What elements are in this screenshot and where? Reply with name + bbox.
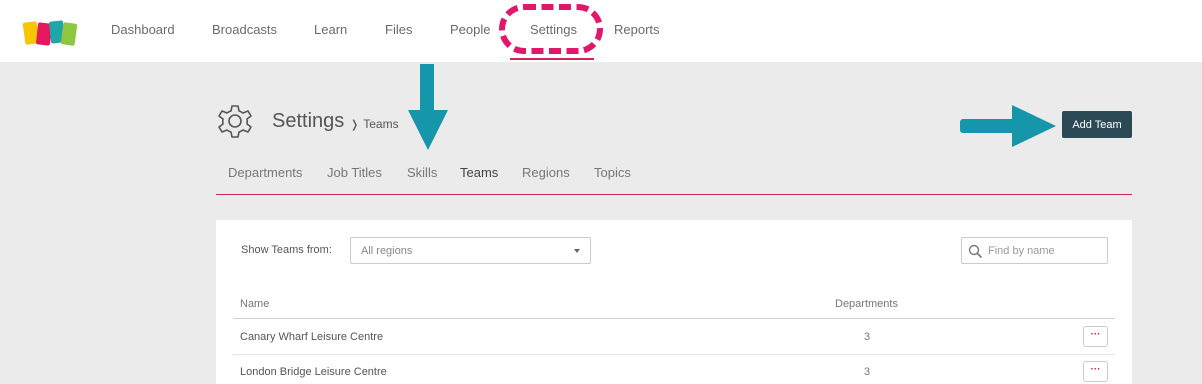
nav-files[interactable]: Files xyxy=(385,22,412,37)
nav-active-indicator xyxy=(510,58,594,60)
search-box xyxy=(961,237,1108,264)
column-header-departments[interactable]: Departments xyxy=(835,298,898,310)
search-input[interactable] xyxy=(988,242,1102,260)
annotation-arrow-right xyxy=(960,105,1056,147)
team-departments-count: 3 xyxy=(864,331,871,343)
page-title: Settings xyxy=(272,110,345,132)
gear-icon xyxy=(218,105,252,138)
top-navigation-bar: Dashboard Broadcasts Learn Files People … xyxy=(0,0,1202,62)
tabs-divider xyxy=(216,194,1132,195)
breadcrumb: ❭ Teams xyxy=(350,117,399,131)
nav-broadcasts[interactable]: Broadcasts xyxy=(212,22,277,37)
more-icon: ··· xyxy=(1090,364,1101,375)
team-name: London Bridge Leisure Centre xyxy=(240,366,387,378)
region-select-value: All regions xyxy=(361,245,413,257)
nav-dashboard[interactable]: Dashboard xyxy=(111,22,175,37)
row-divider xyxy=(233,354,1115,355)
annotation-arrow-down xyxy=(408,64,448,150)
tab-departments[interactable]: Departments xyxy=(228,165,302,180)
more-icon: ··· xyxy=(1090,329,1101,340)
row-actions-button[interactable]: ··· xyxy=(1083,326,1108,347)
breadcrumb-current: Teams xyxy=(363,117,399,131)
tab-job-titles[interactable]: Job Titles xyxy=(327,165,382,180)
chevron-right-icon: ❭ xyxy=(350,119,360,131)
tab-skills[interactable]: Skills xyxy=(407,165,437,180)
tab-regions[interactable]: Regions xyxy=(522,165,570,180)
column-header-name[interactable]: Name xyxy=(240,298,269,310)
team-name: Canary Wharf Leisure Centre xyxy=(240,331,384,343)
nav-reports[interactable]: Reports xyxy=(614,22,660,37)
nav-learn[interactable]: Learn xyxy=(314,22,347,37)
search-icon xyxy=(968,244,982,258)
teams-panel: Show Teams from: All regions Name Depart… xyxy=(216,220,1132,384)
app-logo[interactable] xyxy=(22,19,80,47)
region-select[interactable]: All regions xyxy=(350,237,591,264)
nav-people[interactable]: People xyxy=(450,22,490,37)
table-header-divider xyxy=(233,318,1115,319)
tab-topics[interactable]: Topics xyxy=(594,165,631,180)
team-departments-count: 3 xyxy=(864,366,871,378)
region-filter-label: Show Teams from: xyxy=(241,244,332,256)
row-actions-button[interactable]: ··· xyxy=(1083,361,1108,382)
tab-teams[interactable]: Teams xyxy=(460,165,498,180)
caret-down-icon xyxy=(574,249,580,253)
add-team-button[interactable]: Add Team xyxy=(1062,111,1132,138)
annotation-highlight-circle xyxy=(499,4,603,54)
